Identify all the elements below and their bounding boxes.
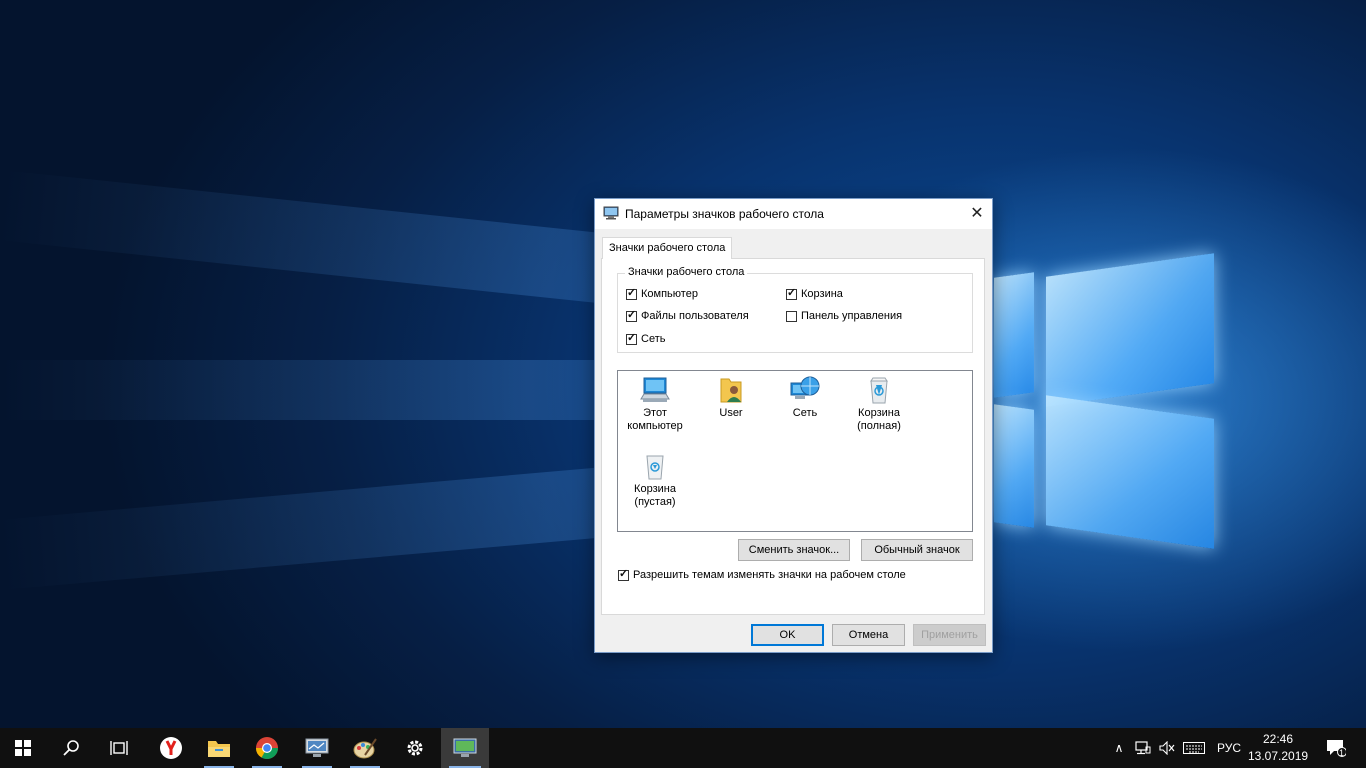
icon-label-line1: User	[719, 407, 743, 419]
icon-label-line2: (полная)	[857, 420, 901, 432]
start-button[interactable]	[0, 728, 46, 768]
taskbar: ∧ РУС 22:46 13.07.2019 1	[0, 728, 1366, 768]
touch-keyboard-button[interactable]	[1181, 728, 1207, 768]
ok-button[interactable]: OK	[751, 624, 824, 646]
icon-label-line2: компьютер	[627, 420, 683, 432]
language-label: РУС	[1216, 741, 1242, 755]
list-item-network[interactable]: Сеть	[768, 375, 842, 420]
cancel-button[interactable]: Отмена	[832, 624, 905, 646]
apply-button[interactable]: Применить	[913, 624, 986, 646]
keyboard-icon	[1183, 742, 1205, 754]
close-icon: ✕	[970, 205, 984, 222]
windows-logo	[990, 245, 1220, 565]
checkbox-user-files[interactable]: Файлы пользователя	[626, 309, 749, 322]
desktop-icon-settings-dialog: Параметры значков рабочего стола ✕ Значк…	[594, 198, 993, 653]
checkbox-label: Компьютер	[641, 288, 698, 300]
icon-label-line2: (пустая)	[634, 496, 676, 508]
yandex-browser-icon	[160, 737, 182, 759]
close-button[interactable]: ✕	[962, 199, 992, 229]
volume-tray-button[interactable]	[1156, 728, 1178, 768]
groupbox-title: Значки рабочего стола	[625, 266, 748, 278]
task-view-icon	[110, 741, 128, 755]
checkbox-box[interactable]	[626, 287, 637, 300]
checkbox-box[interactable]	[626, 332, 637, 345]
checkbox-allow-themes[interactable]: Разрешить темам изменять значки на рабоч…	[618, 568, 906, 581]
checkbox-box[interactable]	[786, 310, 797, 322]
search-icon	[63, 740, 79, 756]
desktop-icons-dialog-icon	[453, 738, 477, 757]
volume-muted-icon	[1159, 741, 1175, 755]
checkbox-box[interactable]	[786, 287, 797, 300]
checkbox-label: Панель управления	[801, 310, 903, 322]
taskbar-app-chrome[interactable]	[244, 728, 290, 768]
taskbar-app-monitor[interactable]	[294, 728, 340, 768]
icon-label-line1: Корзина	[634, 483, 676, 495]
clock-time: 22:46	[1262, 732, 1294, 746]
checkbox-label: Сеть	[641, 333, 666, 345]
user-folder-icon	[720, 378, 742, 403]
checkbox-network[interactable]: Сеть	[626, 332, 666, 345]
file-explorer-icon	[208, 741, 230, 757]
desktop-settings-icon	[603, 206, 619, 220]
taskbar-app-yandex[interactable]	[148, 728, 194, 768]
checkbox-recycle-bin[interactable]: Корзина	[786, 287, 843, 300]
settings-icon	[407, 740, 423, 756]
chevron-up-icon: ∧	[1114, 741, 1124, 755]
checkbox-label: Разрешить темам изменять значки на рабоч…	[633, 569, 906, 581]
list-item-recycle-bin-empty[interactable]: Корзина (пустая)	[618, 451, 692, 509]
monitor-app-icon	[305, 738, 329, 757]
action-center-button[interactable]: 1	[1318, 728, 1354, 768]
icon-label-line1: Этот	[643, 407, 667, 419]
dialog-titlebar[interactable]: Параметры значков рабочего стола ✕	[595, 199, 992, 229]
paint-icon	[353, 738, 377, 759]
search-button[interactable]	[48, 728, 94, 768]
desktop-icons-groupbox: Значки рабочего стола Компьютер Корзина …	[617, 266, 973, 353]
task-view-button[interactable]	[96, 728, 142, 768]
chrome-icon	[256, 737, 278, 759]
language-indicator[interactable]: РУС	[1212, 728, 1246, 768]
icon-label-line1: Сеть	[792, 407, 818, 419]
taskbar-app-paint[interactable]	[342, 728, 388, 768]
start-icon	[15, 740, 31, 756]
change-icon-button[interactable]: Сменить значок...	[738, 539, 850, 561]
wired-network-icon	[1135, 741, 1151, 755]
recycle-bin-empty-icon	[646, 455, 664, 480]
taskbar-app-settings[interactable]	[392, 728, 438, 768]
icon-list: Этот компьютер User Сеть Корзина (полная…	[617, 370, 973, 532]
checkbox-box[interactable]	[618, 568, 629, 581]
dialog-title: Параметры значков рабочего стола	[625, 207, 824, 221]
show-hidden-icons-button[interactable]: ∧	[1108, 728, 1130, 768]
tab-desktop-icons[interactable]: Значки рабочего стола	[602, 237, 732, 259]
checkbox-control-panel[interactable]: Панель управления	[786, 310, 902, 322]
list-item-user[interactable]: User	[694, 375, 768, 420]
list-item-recycle-bin-full[interactable]: Корзина (полная)	[842, 375, 916, 433]
notification-count: 1	[1339, 748, 1345, 758]
network-tray-button[interactable]	[1132, 728, 1154, 768]
restore-default-button[interactable]: Обычный значок	[861, 539, 973, 561]
computer-icon	[640, 377, 670, 402]
checkbox-box[interactable]	[626, 309, 637, 322]
recycle-bin-full-icon	[870, 377, 888, 404]
list-item-this-pc[interactable]: Этот компьютер	[618, 375, 692, 433]
clock[interactable]: 22:46 13.07.2019	[1248, 731, 1308, 765]
taskbar-app-desktop-icons-dialog[interactable]	[441, 728, 489, 768]
checkbox-computer[interactable]: Компьютер	[626, 287, 698, 300]
icon-label-line1: Корзина	[858, 407, 900, 419]
clock-date: 13.07.2019	[1248, 749, 1309, 763]
network-icon	[790, 376, 820, 399]
taskbar-app-explorer[interactable]	[196, 728, 242, 768]
tab-panel: Значки рабочего стола Компьютер Корзина …	[601, 258, 985, 615]
checkbox-label: Файлы пользователя	[641, 310, 749, 322]
checkbox-label: Корзина	[801, 288, 843, 300]
